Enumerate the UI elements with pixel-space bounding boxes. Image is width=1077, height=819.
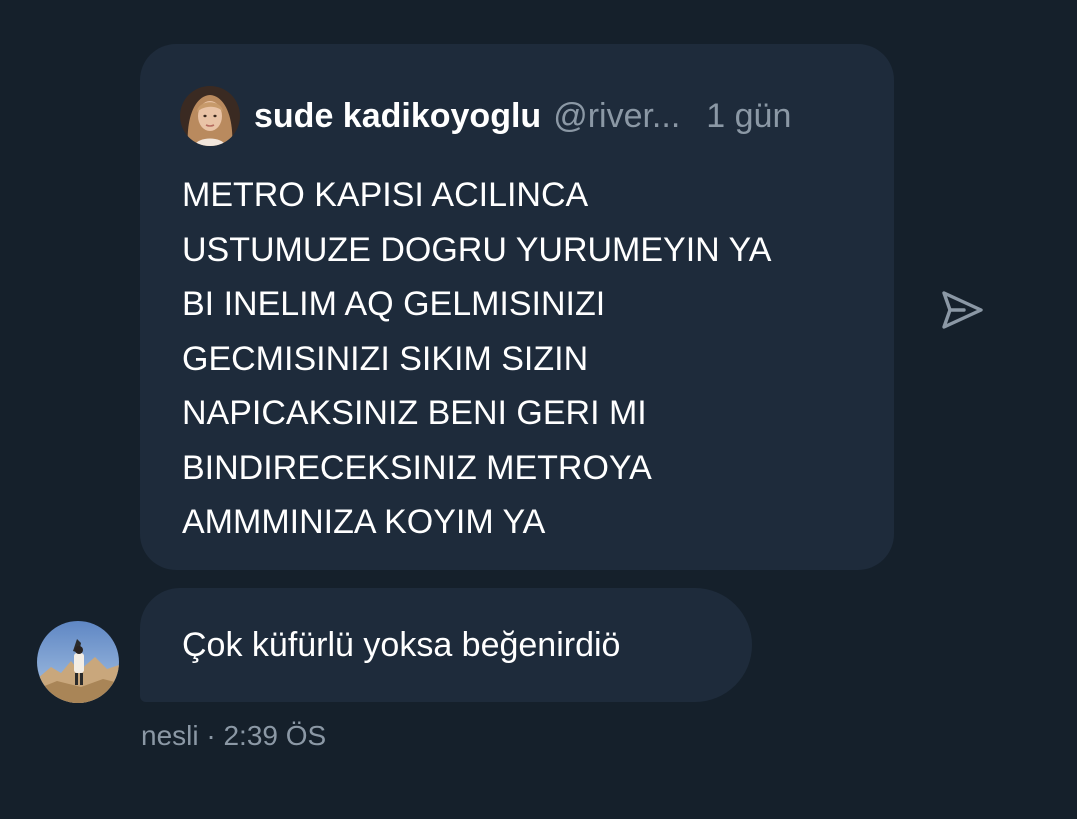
quoted-tweet-line: NAPICAKSINIZ BENI GERI MI — [182, 394, 647, 432]
quoted-tweet-line: GECMISINIZI SIKIM SIZIN — [182, 339, 589, 378]
quoted-author-handle[interactable]: @river... — [553, 97, 680, 136]
quoted-tweet-header: sude kadikoyoglu @river... 1 gün — [180, 84, 858, 148]
quoted-tweet-line: AMMMINIZA KOYIM YA — [182, 503, 546, 541]
message-bubble[interactable]: Çok küfürlü yoksa beğenirdiö — [140, 588, 752, 702]
quoted-tweet-line: USTUMUZE DOGRU YURUMEYIN YA — [182, 230, 772, 269]
quoted-tweet-line: BI INELIM AQ GELMISINIZI — [182, 285, 606, 323]
quoted-author-name[interactable]: sude kadikoyoglu — [254, 97, 541, 136]
sender-avatar[interactable] — [37, 621, 119, 703]
message-text: Çok küfürlü yoksa beğenirdiö — [182, 625, 621, 664]
dm-conversation: sude kadikoyoglu @river... 1 gün METRO K… — [0, 0, 1077, 819]
quoted-tweet-line: METRO KAPISI ACILINCA — [182, 176, 589, 214]
message-meta: nesli · 2:39 ÖS — [141, 720, 327, 751]
quoted-tweet-card[interactable]: sude kadikoyoglu @river... 1 gün METRO K… — [140, 44, 894, 570]
quoted-tweet-text: METRO KAPISI ACILINCA USTUMUZE DOGRU YUR… — [182, 168, 872, 550]
send-icon — [942, 291, 983, 329]
quoted-tweet-line: BINDIRECEKSINIZ METROYA — [182, 448, 652, 487]
quoted-tweet-time: 1 gün — [706, 96, 792, 135]
share-button[interactable] — [936, 284, 988, 336]
quoted-author-avatar[interactable] — [180, 86, 240, 146]
